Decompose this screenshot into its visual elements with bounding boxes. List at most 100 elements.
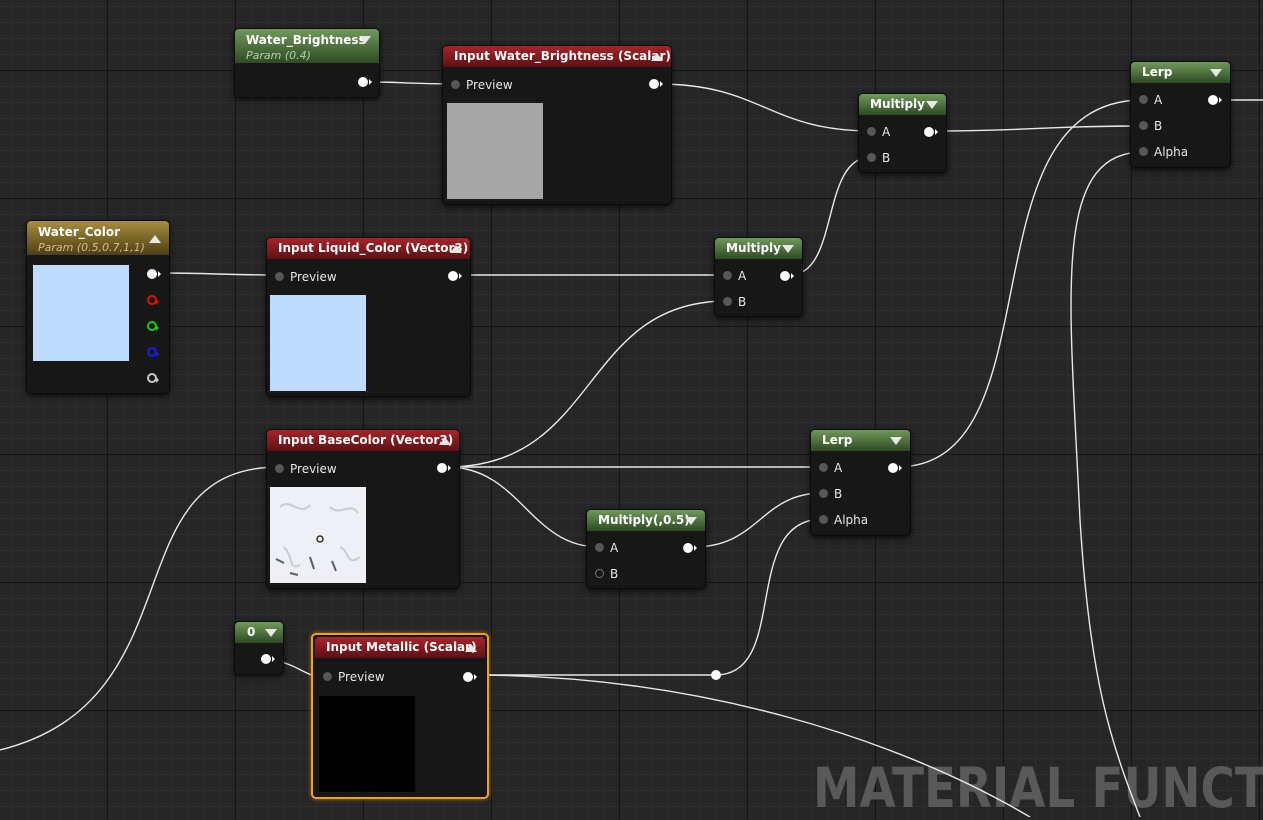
output-pin[interactable] — [437, 463, 451, 473]
preview-swatch — [270, 295, 366, 391]
pin-a-label: A — [882, 125, 891, 139]
input-pin-icon[interactable] — [1139, 147, 1148, 156]
pin-b[interactable]: B — [1139, 119, 1162, 133]
output-pin[interactable] — [463, 672, 477, 682]
constant-zero-node[interactable]: 0 — [234, 621, 284, 675]
preview-pin[interactable]: Preview — [275, 270, 337, 284]
wire-lerp-alpha-source — [1070, 151, 1144, 817]
wire-input-brightness-to-multiply — [658, 83, 872, 132]
input-pin-icon[interactable] — [867, 153, 876, 162]
pin-a-label: A — [1154, 93, 1163, 107]
pin-a[interactable]: A — [819, 461, 842, 475]
output-pin[interactable] — [1208, 95, 1222, 105]
output-pin[interactable] — [888, 463, 902, 473]
wire-multiply-top-to-lerp — [933, 125, 1144, 132]
output-pin-rgb[interactable] — [147, 269, 161, 279]
pin-b-label: B — [610, 567, 619, 581]
output-pin-blue[interactable] — [147, 347, 159, 357]
collapse-arrow-icon[interactable] — [359, 36, 371, 44]
output-pin-red[interactable] — [147, 295, 159, 305]
output-pin[interactable] — [683, 543, 697, 553]
input-pin-icon[interactable] — [819, 463, 828, 472]
input-pin-icon[interactable] — [819, 489, 828, 498]
input-basecolor-header: Input BaseColor (Vector3) — [267, 430, 459, 451]
output-pin[interactable] — [649, 79, 663, 89]
input-liquid-color-node[interactable]: Input Liquid_Color (Vector3) Preview — [266, 237, 471, 397]
lerp-lower-node[interactable]: Lerp A B Alpha — [810, 429, 911, 536]
pin-alpha[interactable]: Alpha — [1139, 145, 1188, 159]
output-pin[interactable] — [448, 271, 462, 281]
input-pin-icon[interactable] — [1139, 121, 1148, 130]
input-pin-icon[interactable] — [275, 272, 284, 281]
pin-alpha[interactable]: Alpha — [819, 513, 868, 527]
water-brightness-subtitle: Param (0.4) — [246, 49, 311, 62]
multiply-half-node[interactable]: Multiply(,0.5) A B — [586, 509, 706, 589]
wire-basecolor-to-multiply-half — [446, 466, 600, 548]
preview-pin-label: Preview — [290, 270, 337, 284]
texture-preview-image — [275, 503, 361, 576]
pin-a[interactable]: A — [1139, 93, 1162, 107]
output-pin[interactable] — [358, 77, 372, 87]
input-pin-icon[interactable] — [323, 672, 332, 681]
input-pin-icon[interactable] — [595, 543, 604, 552]
collapse-arrow-icon[interactable] — [1210, 69, 1222, 77]
lerp-upper-node[interactable]: Lerp A B Alpha — [1130, 61, 1231, 168]
pin-b[interactable]: B — [595, 567, 618, 581]
collapse-arrow-icon[interactable] — [450, 245, 462, 253]
input-liquid-color-header: Input Liquid_Color (Vector3) — [267, 238, 470, 259]
input-pin-icon[interactable] — [819, 515, 828, 524]
lerp-lower-title: Lerp — [822, 433, 853, 447]
collapse-arrow-icon[interactable] — [439, 437, 451, 445]
output-pin[interactable] — [924, 127, 938, 137]
pin-b[interactable]: B — [819, 487, 842, 501]
output-pin-alpha[interactable] — [147, 373, 159, 383]
output-pin[interactable] — [780, 271, 794, 281]
collapse-arrow-icon[interactable] — [890, 437, 902, 445]
input-liquid-color-title: Input Liquid_Color (Vector3) — [278, 241, 469, 255]
input-pin-icon[interactable] — [867, 127, 876, 136]
lerp-upper-title: Lerp — [1142, 65, 1173, 79]
collapse-arrow-icon[interactable] — [265, 629, 277, 637]
preview-pin-label: Preview — [466, 78, 513, 92]
wire-offscreen-to-basecolor — [0, 466, 280, 751]
collapse-arrow-icon[interactable] — [465, 644, 477, 652]
water-brightness-title: Water_Brightness — [246, 33, 366, 47]
input-basecolor-title: Input BaseColor (Vector3) — [278, 433, 454, 447]
wire-watercolor-to-liquid — [156, 272, 280, 276]
output-pin[interactable] — [261, 654, 275, 664]
collapse-arrow-icon[interactable] — [149, 235, 161, 243]
lerp-lower-header: Lerp — [811, 430, 910, 451]
pin-b[interactable]: B — [723, 295, 746, 309]
collapse-arrow-icon[interactable] — [782, 245, 794, 253]
input-pin-icon[interactable] — [595, 569, 604, 578]
multiply-half-title: Multiply(,0.5) — [598, 513, 690, 527]
pin-a[interactable]: A — [723, 269, 746, 283]
input-pin-icon[interactable] — [723, 271, 732, 280]
multiply-mid-node[interactable]: Multiply A B — [714, 237, 803, 317]
collapse-arrow-icon[interactable] — [685, 517, 697, 525]
pin-a-label: A — [610, 541, 619, 555]
input-pin-icon[interactable] — [723, 297, 732, 306]
multiply-top-node[interactable]: Multiply A B — [858, 93, 947, 173]
pin-a[interactable]: A — [595, 541, 618, 555]
input-pin-icon[interactable] — [275, 464, 284, 473]
preview-pin[interactable]: Preview — [323, 670, 385, 684]
pin-b[interactable]: B — [867, 151, 890, 165]
preview-pin[interactable]: Preview — [275, 462, 337, 476]
input-water-brightness-node[interactable]: Input Water_Brightness (Scalar) Preview — [442, 45, 672, 205]
input-pin-icon[interactable] — [451, 80, 460, 89]
pin-b-label: B — [882, 151, 891, 165]
collapse-arrow-icon[interactable] — [651, 53, 663, 61]
input-metallic-node[interactable]: Input Metallic (Scalar) Preview — [311, 633, 489, 799]
preview-pin[interactable]: Preview — [451, 78, 513, 92]
pin-a[interactable]: A — [867, 125, 890, 139]
output-pin-green[interactable] — [147, 321, 159, 331]
collapse-arrow-icon[interactable] — [926, 101, 938, 109]
input-pin-icon[interactable] — [1139, 95, 1148, 104]
input-metallic-header: Input Metallic (Scalar) — [315, 637, 485, 658]
water-brightness-node[interactable]: Water_Brightness Param (0.4) — [234, 28, 380, 98]
water-color-title: Water_Color — [38, 225, 121, 239]
input-basecolor-node[interactable]: Input BaseColor (Vector3) Preview — [266, 429, 460, 589]
preview-pin-label: Preview — [290, 462, 337, 476]
water-color-node[interactable]: Water_Color Param (0.5,0.7,1,1) — [26, 220, 170, 394]
